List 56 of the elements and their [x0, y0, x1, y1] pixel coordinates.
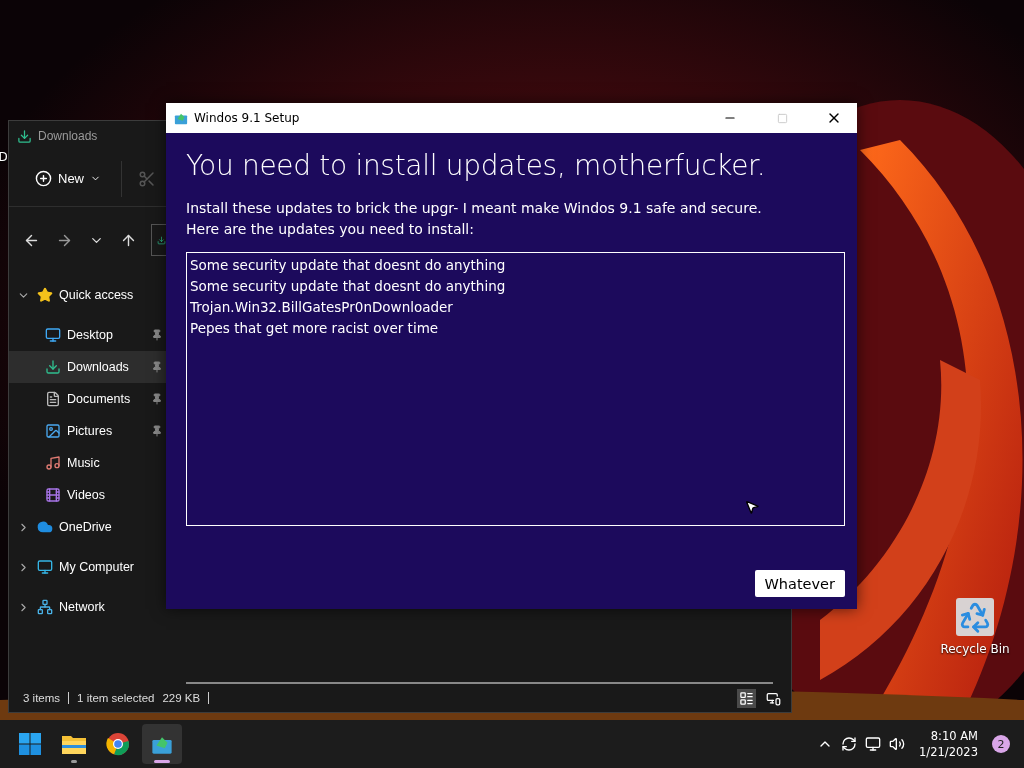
film-icon [45, 487, 61, 503]
sync-icon[interactable] [841, 736, 858, 752]
running-indicator [154, 760, 170, 763]
star-icon [37, 287, 53, 303]
picture-icon [45, 423, 61, 439]
status-text: 1 item selected [77, 692, 155, 704]
monitor-icon[interactable] [865, 736, 882, 752]
whatever-button[interactable]: Whatever [754, 570, 845, 597]
new-button[interactable]: New [29, 166, 107, 191]
maximize-icon [776, 112, 788, 124]
download-icon [45, 359, 61, 375]
scrollbar[interactable] [186, 682, 773, 684]
nav-item[interactable]: Quick access [9, 279, 167, 311]
update-item: Pepes that get more racist over time [190, 319, 440, 338]
network-icon [37, 599, 53, 615]
browser-icon [106, 732, 130, 756]
folder-icon [61, 733, 87, 755]
nav-item[interactable]: Desktop [9, 319, 167, 351]
time-text: 8:10 AM [930, 728, 978, 744]
nav-item[interactable]: OneDrive [9, 511, 167, 543]
nav-item[interactable]: Network [9, 591, 167, 623]
monitor-icon [37, 559, 53, 575]
start-icon [19, 733, 41, 755]
cloud-icon [37, 519, 53, 535]
update-item: Trojan.Win32.BillGatesPr0nDownloader [190, 298, 454, 317]
nav-item[interactable]: Pictures [9, 415, 167, 447]
nav-item[interactable]: Downloads [9, 351, 167, 383]
nav-item[interactable]: My Computer [9, 551, 167, 583]
nav-item[interactable]: Music [9, 447, 167, 479]
heading: You need to install updates, motherfucker. [186, 149, 767, 182]
window-title: Windos 9.1 Setup [194, 111, 301, 125]
download-icon [17, 128, 32, 144]
desktop-icon [45, 327, 61, 343]
description: Install these updates to brick the upgr- I meant make Windos 9.1 safe and secure. Here are the updates you need to install: [186, 199, 763, 239]
date-text: 1/21/2023 [919, 744, 978, 760]
setup-app-icon [174, 111, 188, 125]
update-item: Some security update that doesnt do anything [190, 256, 507, 275]
update-item: Some security update that doesnt do anything [190, 277, 507, 296]
nav-item[interactable]: Documents [9, 383, 167, 415]
mouse-pointer-icon [744, 499, 760, 515]
music-icon [45, 455, 61, 471]
clock[interactable]: 8:10 AM 1/21/2023 [919, 728, 978, 760]
window-title: Downloads [38, 129, 98, 143]
taskbar-app[interactable] [142, 724, 182, 764]
details-view-button[interactable] [737, 688, 756, 708]
notification-badge[interactable]: 2 [992, 735, 1010, 753]
document-icon [45, 391, 61, 407]
running-indicator [71, 760, 77, 763]
volume-icon[interactable] [889, 736, 906, 752]
nav-item[interactable]: Videos [9, 479, 167, 511]
desktop-icon-label[interactable]: Recycle Bin [940, 642, 1010, 656]
status-text: 229 KB [162, 692, 201, 704]
plus-icon [35, 170, 52, 187]
status-text: 3 items [23, 692, 61, 704]
update-list[interactable]: Some security update that doesnt do anything Some security update that doesnt do anything Trojan.Win32.BillGatesPr0nDownloader Pepes that get more racist over time [186, 252, 845, 526]
desktop-icon-label: D [0, 150, 8, 164]
